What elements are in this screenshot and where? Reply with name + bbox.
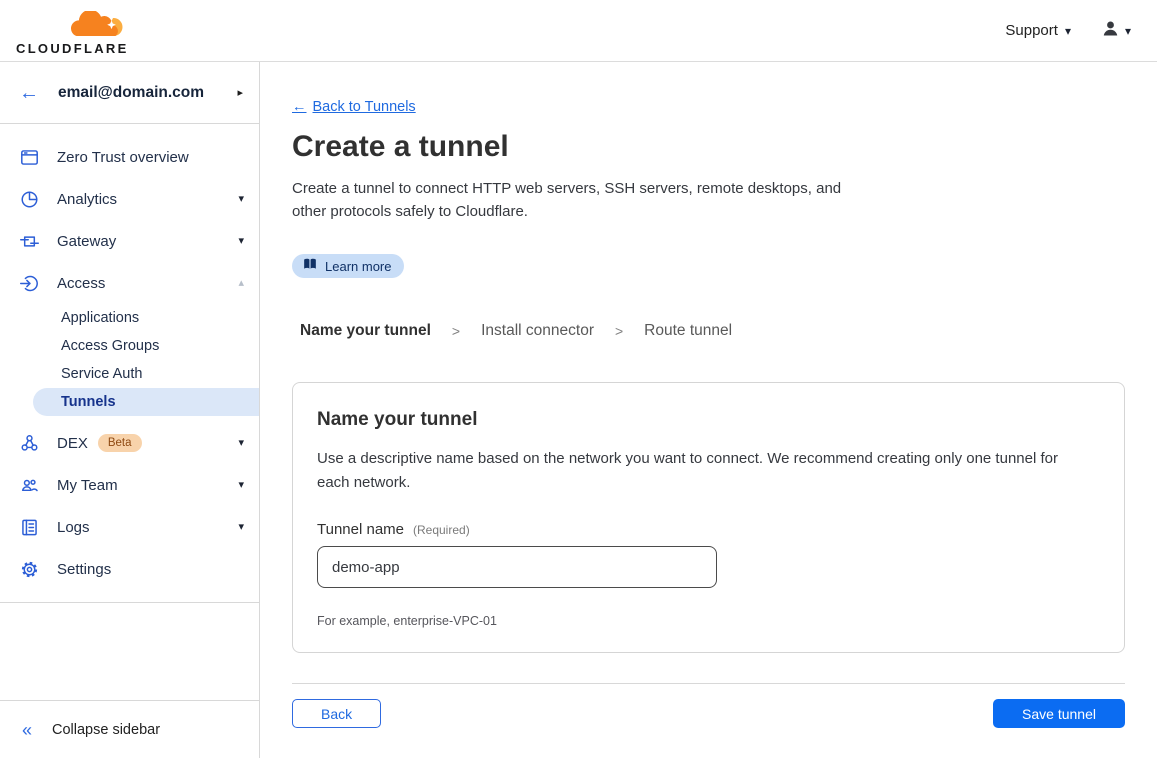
account-email: email@domain.com bbox=[58, 84, 204, 102]
sidebar-item-access-groups[interactable]: Access Groups bbox=[0, 332, 259, 360]
sidebar-item-logs[interactable]: Logs ▾ bbox=[0, 506, 259, 548]
sidebar-item-gateway[interactable]: Gateway ▾ bbox=[0, 220, 259, 262]
account-header: ← email@domain.com ▸ bbox=[0, 62, 259, 124]
collapse-sidebar-button[interactable]: « Collapse sidebar bbox=[0, 700, 259, 758]
sidebar: ← email@domain.com ▸ Zero Trust overview… bbox=[0, 62, 260, 758]
chevron-down-icon: ▾ bbox=[238, 438, 244, 449]
sidebar-item-label: My Team bbox=[57, 477, 118, 494]
step-route-tunnel: Route tunnel bbox=[644, 322, 732, 340]
save-tunnel-button[interactable]: Save tunnel bbox=[993, 699, 1125, 728]
book-icon bbox=[303, 258, 317, 274]
cloudflare-logo-text: CLOUDFLARE bbox=[16, 42, 129, 55]
sidebar-nav: Zero Trust overview Analytics ▾ Gateway … bbox=[0, 124, 259, 590]
collapse-sidebar-label: Collapse sidebar bbox=[52, 722, 160, 738]
top-header: CLOUDFLARE Support ▾ ▾ bbox=[0, 0, 1157, 62]
user-icon bbox=[1101, 19, 1120, 43]
sidebar-item-settings[interactable]: Settings bbox=[0, 548, 259, 590]
card-description: Use a descriptive name based on the netw… bbox=[317, 447, 1092, 495]
step-separator: > bbox=[615, 323, 623, 339]
sidebar-item-label: Zero Trust overview bbox=[57, 149, 189, 166]
account-expand-icon[interactable]: ▸ bbox=[237, 86, 243, 99]
sidebar-item-label: Access bbox=[57, 275, 105, 292]
sidebar-item-dex[interactable]: DEX Beta ▾ bbox=[0, 422, 259, 464]
cloudflare-logo[interactable]: CLOUDFLARE bbox=[16, 11, 129, 55]
sidebar-item-label: Tunnels bbox=[61, 394, 116, 410]
cloudflare-cloud-icon bbox=[71, 11, 129, 42]
back-arrow-icon[interactable]: ← bbox=[19, 83, 39, 103]
chevron-down-icon: ▾ bbox=[238, 522, 244, 533]
learn-more-label: Learn more bbox=[325, 259, 391, 274]
my-team-icon bbox=[18, 474, 40, 496]
collapse-chevrons-icon: « bbox=[22, 721, 32, 739]
step-indicator: Name your tunnel > Install connector > R… bbox=[292, 322, 1125, 340]
main-content: ← Back to Tunnels Create a tunnel Create… bbox=[260, 62, 1157, 758]
sidebar-item-access[interactable]: Access ▴ bbox=[0, 262, 259, 304]
back-to-tunnels-link[interactable]: ← Back to Tunnels bbox=[292, 99, 416, 115]
required-hint: (Required) bbox=[413, 523, 470, 537]
sidebar-item-my-team[interactable]: My Team ▾ bbox=[0, 464, 259, 506]
sidebar-item-tunnels[interactable]: Tunnels bbox=[33, 388, 259, 416]
back-link-label: Back to Tunnels bbox=[313, 99, 416, 115]
support-label: Support bbox=[1005, 22, 1058, 39]
sidebar-item-label: Access Groups bbox=[61, 338, 159, 354]
sidebar-item-applications[interactable]: Applications bbox=[0, 304, 259, 332]
sidebar-item-service-auth[interactable]: Service Auth bbox=[0, 360, 259, 388]
chevron-down-icon: ▾ bbox=[238, 194, 244, 205]
dex-icon bbox=[18, 432, 40, 454]
support-menu[interactable]: Support ▾ bbox=[1005, 22, 1071, 39]
chevron-down-icon: ▾ bbox=[1065, 25, 1071, 37]
sidebar-item-label: Applications bbox=[61, 310, 139, 326]
step-install-connector: Install connector bbox=[481, 322, 594, 340]
card-title: Name your tunnel bbox=[317, 409, 1100, 431]
name-tunnel-card: Name your tunnel Use a descriptive name … bbox=[292, 382, 1125, 653]
logs-icon bbox=[18, 516, 40, 538]
step-name-your-tunnel: Name your tunnel bbox=[300, 322, 431, 340]
chevron-down-icon: ▾ bbox=[1125, 25, 1131, 37]
learn-more-button[interactable]: Learn more bbox=[292, 254, 404, 278]
sidebar-item-label: Gateway bbox=[57, 233, 116, 250]
sidebar-item-label: Logs bbox=[57, 519, 90, 536]
sidebar-item-label: Analytics bbox=[57, 191, 117, 208]
sidebar-item-analytics[interactable]: Analytics ▾ bbox=[0, 178, 259, 220]
field-helper-text: For example, enterprise-VPC-01 bbox=[317, 614, 1100, 628]
beta-badge: Beta bbox=[98, 434, 142, 452]
footer-divider bbox=[292, 683, 1125, 684]
back-arrow-icon: ← bbox=[292, 99, 307, 115]
gear-icon bbox=[18, 558, 40, 580]
sidebar-item-zero-trust-overview[interactable]: Zero Trust overview bbox=[0, 136, 259, 178]
user-menu[interactable]: ▾ bbox=[1101, 19, 1131, 43]
tunnel-name-label: Tunnel name bbox=[317, 521, 404, 538]
step-separator: > bbox=[452, 323, 460, 339]
chevron-up-icon: ▴ bbox=[238, 278, 244, 289]
back-button[interactable]: Back bbox=[292, 699, 381, 728]
sidebar-item-label: DEX bbox=[57, 435, 88, 452]
chevron-down-icon: ▾ bbox=[238, 236, 244, 247]
sidebar-item-label: Service Auth bbox=[61, 366, 142, 382]
footer-actions: Back Save tunnel bbox=[292, 699, 1125, 728]
chevron-down-icon: ▾ bbox=[238, 480, 244, 491]
tunnel-name-input[interactable] bbox=[317, 546, 717, 588]
overview-icon bbox=[18, 146, 40, 168]
analytics-icon bbox=[18, 188, 40, 210]
sidebar-item-label: Settings bbox=[57, 561, 111, 578]
access-icon bbox=[18, 272, 40, 294]
gateway-icon bbox=[18, 230, 40, 252]
page-description: Create a tunnel to connect HTTP web serv… bbox=[292, 177, 877, 223]
page-title: Create a tunnel bbox=[292, 130, 1125, 164]
